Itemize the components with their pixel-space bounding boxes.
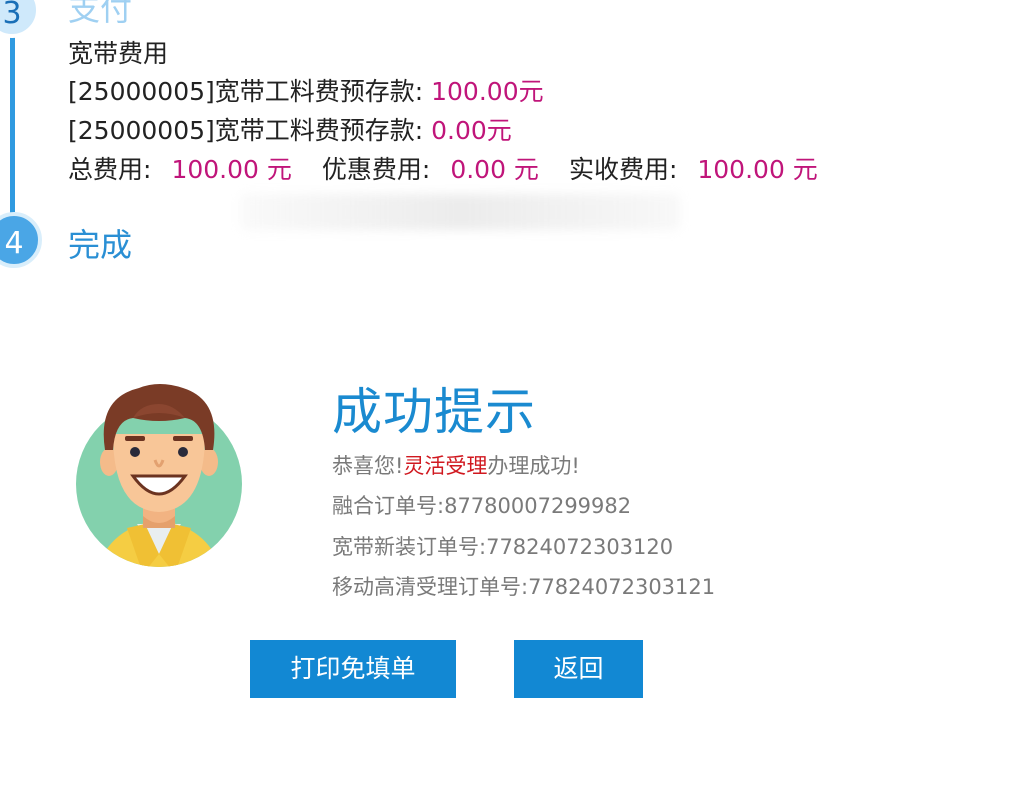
fee-item-amount: 100.00元 xyxy=(431,77,544,106)
broadband-order-value: 77824072303120 xyxy=(486,535,674,559)
redacted-overlay xyxy=(240,194,680,230)
back-button[interactable]: 返回 xyxy=(514,640,643,698)
mobile-tv-order-value: 77824072303121 xyxy=(528,575,716,599)
discount-fee-value: 0.00 元 xyxy=(450,155,539,184)
broadband-order-label: 宽带新装订单号: xyxy=(332,535,487,559)
fee-summary: 总费用: 100.00 元优惠费用: 0.00 元实收费用: 100.00 元 xyxy=(68,150,818,186)
fee-item-amount: 0.00元 xyxy=(431,116,512,145)
step-4-title: 完成 xyxy=(68,226,133,264)
fusion-order-value: 87780007299982 xyxy=(444,494,632,518)
fee-item: [25000005]宽带工料费预存款: 100.00元 xyxy=(68,72,544,108)
business-type-highlight: 灵活受理 xyxy=(403,454,488,478)
congrats-suffix: 办理成功! xyxy=(487,454,580,478)
mobile-tv-order-label: 移动高清受理订单号: xyxy=(332,575,529,599)
avatar xyxy=(75,378,243,568)
congrats-message: 恭喜您!灵活受理办理成功! xyxy=(332,450,580,480)
fee-item: [25000005]宽带工料费预存款: 0.00元 xyxy=(68,111,512,147)
print-form-button[interactable]: 打印免填单 xyxy=(250,640,456,698)
smiling-man-icon xyxy=(76,384,242,567)
fee-section-title: 宽带费用 xyxy=(68,39,169,68)
step-3-title: 支付 xyxy=(68,0,133,28)
step-4-badge: 4 xyxy=(0,212,42,268)
step-3-badge: 3 xyxy=(0,0,40,38)
received-fee-label: 实收费用: xyxy=(568,155,678,184)
congrats-prefix: 恭喜您! xyxy=(332,454,404,478)
discount-fee-label: 优惠费用: xyxy=(321,155,431,184)
broadband-order-number: 宽带新装订单号:77824072303120 xyxy=(332,531,673,561)
fusion-order-label: 融合订单号: xyxy=(332,494,445,518)
order-complete-page: 3 支付 宽带费用 [25000005]宽带工料费预存款: 100.00元 [2… xyxy=(0,0,1020,800)
fee-item-label: [25000005]宽带工料费预存款: xyxy=(68,77,432,106)
success-title: 成功提示 xyxy=(332,383,536,441)
fusion-order-number: 融合订单号:87780007299982 xyxy=(332,490,631,520)
total-fee-value: 100.00 元 xyxy=(171,155,292,184)
fee-item-label: [25000005]宽带工料费预存款: xyxy=(68,116,432,145)
total-fee-label: 总费用: xyxy=(68,155,152,184)
mobile-tv-order-number: 移动高清受理订单号:77824072303121 xyxy=(332,571,715,601)
received-fee-value: 100.00 元 xyxy=(697,155,818,184)
